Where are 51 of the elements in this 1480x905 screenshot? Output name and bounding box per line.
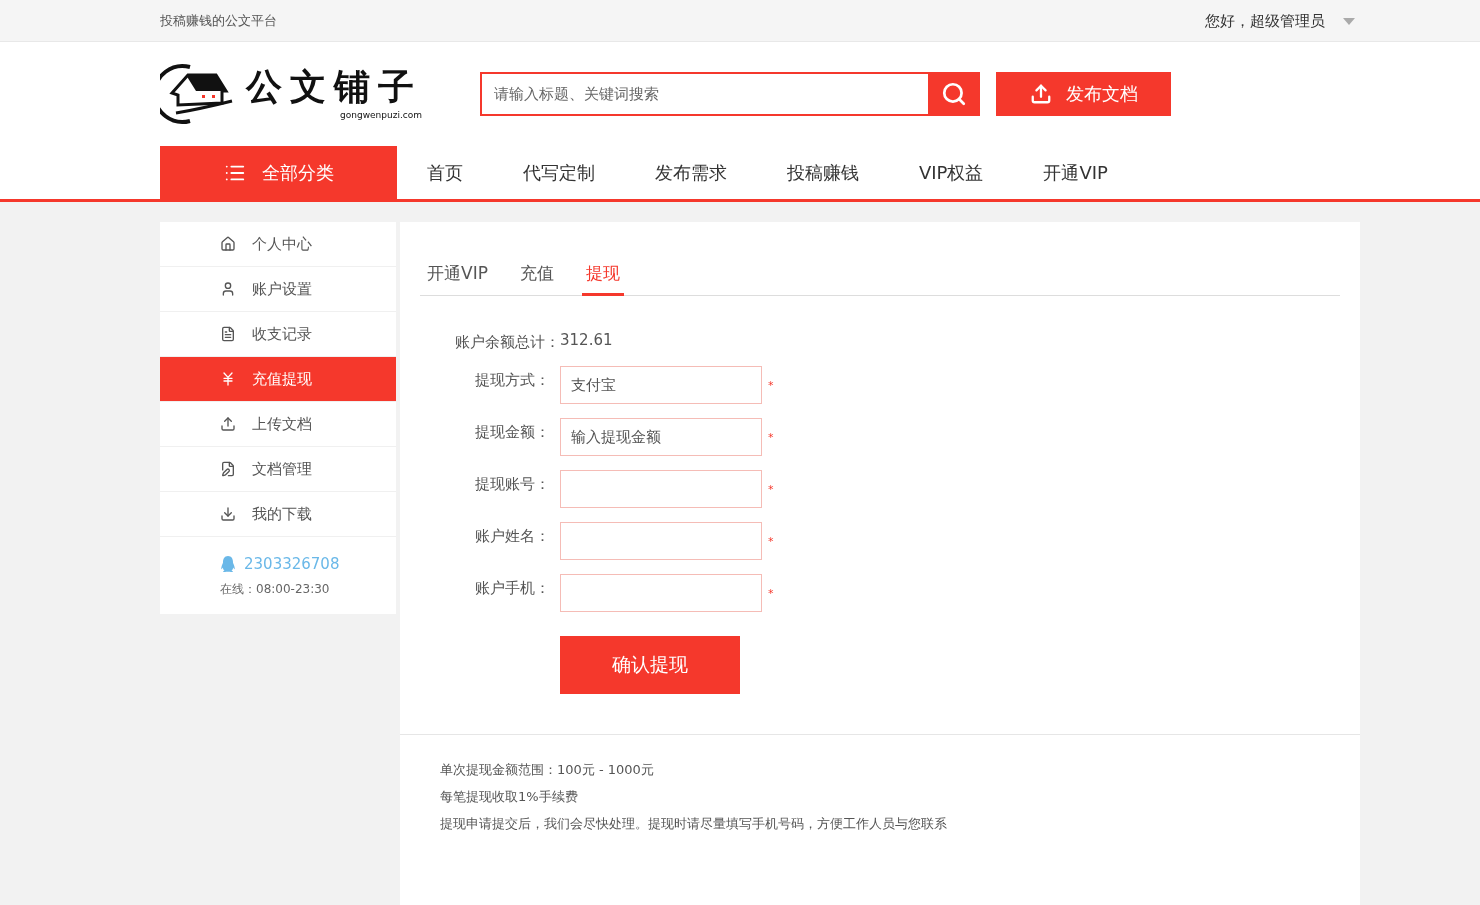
penguin-icon — [220, 556, 236, 572]
search-button[interactable] — [928, 72, 980, 116]
field-label: 账户姓名： — [474, 526, 551, 546]
nav-link[interactable]: 开通VIP — [1043, 160, 1108, 185]
user-greeting: 您好，超级管理员 — [1205, 11, 1325, 31]
required-mark: * — [767, 378, 775, 392]
nav-link[interactable]: 首页 — [427, 160, 463, 185]
user-icon — [220, 281, 236, 297]
download-icon — [220, 506, 236, 522]
note-text: 每笔提现收取1%手续费 — [440, 788, 579, 806]
caret-icon[interactable] — [1343, 17, 1355, 25]
input-field[interactable] — [560, 470, 762, 508]
input-field[interactable]: 输入提现金额 — [560, 418, 762, 456]
logo-title: 公文铺子 — [246, 68, 422, 104]
balance-value: 312.61 — [560, 331, 614, 349]
tab[interactable]: 提现 — [581, 262, 624, 296]
required-mark: * — [767, 430, 775, 444]
note-text: 单次提现金额范围：100元 - 1000元 — [440, 761, 655, 779]
nav-link[interactable]: VIP权益 — [919, 160, 984, 185]
upload-icon — [1029, 83, 1052, 105]
field-label: 提现方式： — [474, 370, 551, 390]
document-icon — [220, 326, 236, 342]
logo-domain: gongwenpuzi.com — [340, 110, 422, 120]
publish-button[interactable]: 发布文档 — [996, 72, 1171, 116]
search-field[interactable]: 请输入标题、关键词搜索 — [480, 72, 928, 116]
input-field[interactable] — [560, 522, 762, 560]
search-icon — [941, 81, 967, 107]
nav-link[interactable]: 代写定制 — [523, 160, 595, 185]
yen-icon — [220, 371, 236, 387]
required-mark: * — [767, 586, 775, 600]
home-icon — [220, 236, 236, 252]
sidebar-item[interactable]: 充值提现 — [160, 357, 396, 402]
field-label: 提现账号： — [474, 474, 551, 494]
field-label: 账户手机： — [474, 578, 551, 598]
required-mark: * — [767, 482, 775, 496]
field-label: 提现金额： — [474, 422, 551, 442]
confirm-button[interactable]: 确认提现 — [560, 636, 740, 694]
nav-link[interactable]: 发布需求 — [655, 160, 727, 185]
site-slogan: 投稿赚钱的公文平台 — [160, 12, 277, 30]
required-mark: * — [767, 534, 775, 548]
tab[interactable]: 充值 — [515, 262, 558, 296]
nav-link[interactable]: 投稿赚钱 — [787, 160, 859, 185]
input-field[interactable] — [560, 574, 762, 612]
document-edit-icon — [220, 461, 236, 477]
upload-icon — [220, 416, 236, 432]
category-button[interactable]: 全部分类 — [160, 146, 397, 199]
balance-label: 账户余额总计： — [454, 332, 560, 352]
input-field[interactable]: 支付宝 — [560, 366, 762, 404]
online-hours: 在线：08:00-23:30 — [220, 581, 331, 598]
note-text: 提现申请提交后，我们会尽快处理。提现时请尽量填写手机号码，方便工作人员与您联系 — [440, 815, 948, 833]
tab[interactable]: 开通VIP — [423, 262, 492, 296]
